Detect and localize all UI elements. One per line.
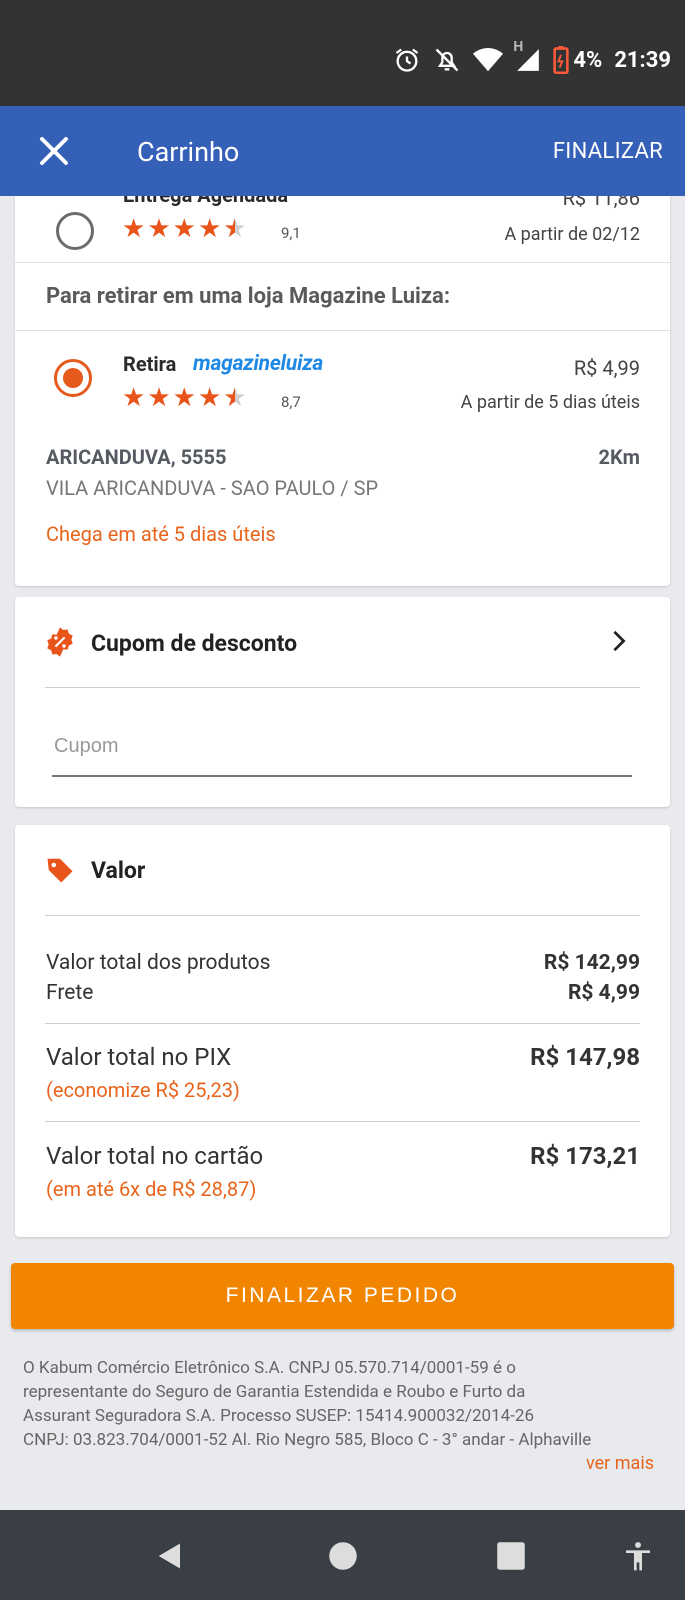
- store-distance: 2Km: [598, 445, 640, 469]
- discount-badge-icon: [47, 627, 73, 657]
- system-nav-bar: [0, 1510, 685, 1600]
- star-icon: ★: [172, 214, 196, 244]
- network-type: H: [513, 39, 524, 55]
- ver-mais-link[interactable]: ver mais: [586, 1453, 654, 1474]
- legal-line: representante do Seguro de Garantia Este…: [23, 1382, 526, 1402]
- option-name-retira: Retira: [123, 352, 177, 376]
- radio-entrega-agendada[interactable]: [56, 212, 94, 250]
- store-pickup-heading: Para retirar em uma loja Magazine Luiza:: [46, 284, 451, 309]
- frete-label: Frete: [46, 981, 94, 1005]
- legal-line: CNPJ: 03.823.704/0001-52 Al. Rio Negro 5…: [23, 1430, 592, 1450]
- chevron-right-icon[interactable]: [608, 630, 630, 652]
- store-address: VILA ARICANDUVA - SAO PAULO / SP: [46, 476, 379, 500]
- option-price: R$ 4,99: [573, 356, 640, 380]
- status-bar: H 4% 21:39: [0, 0, 685, 106]
- rating-value: 8,7: [281, 393, 301, 411]
- app-bar: Carrinho FINALIZAR: [0, 106, 685, 196]
- option-date: A partir de 5 dias úteis: [460, 392, 640, 413]
- rating-value: 9,1: [281, 224, 301, 242]
- price-summary-card: Valor Valor total dos produtos R$ 142,99…: [15, 825, 670, 1237]
- coupon-card: Cupom de desconto: [15, 597, 670, 807]
- close-icon[interactable]: [36, 133, 72, 169]
- card-total-value: R$ 173,21: [530, 1142, 640, 1170]
- divider: [45, 687, 640, 688]
- accessibility-icon[interactable]: [622, 1541, 654, 1573]
- store-name: ARICANDUVA, 5555: [46, 445, 227, 469]
- shipping-options-card: Entrega Agendada ★★★★★ 9,1 R$ 11,86 A pa…: [15, 166, 670, 586]
- back-icon[interactable]: [155, 1541, 185, 1571]
- home-icon[interactable]: [328, 1541, 358, 1571]
- frete-value: R$ 4,99: [567, 981, 640, 1005]
- coupon-title: Cupom de desconto: [91, 630, 298, 657]
- star-icon: ★: [147, 214, 171, 244]
- coupon-input[interactable]: [52, 717, 632, 777]
- star-icon: ★: [147, 383, 171, 413]
- finalizar-action[interactable]: FINALIZAR: [553, 139, 663, 164]
- pix-total-value: R$ 147,98: [530, 1043, 640, 1071]
- valor-title: Valor: [91, 857, 146, 884]
- rating-stars: ★ ★ ★ ★ ★: [122, 385, 247, 411]
- radio-retira-loja[interactable]: [54, 359, 92, 397]
- star-icon: ★: [122, 214, 146, 244]
- notifications-off-icon: [436, 48, 459, 72]
- clock: 21:39: [614, 47, 671, 73]
- divider: [45, 1121, 640, 1122]
- star-half-icon: ★: [223, 383, 247, 413]
- wifi-icon: [473, 48, 504, 72]
- battery-icon: [553, 46, 570, 74]
- divider: [45, 915, 640, 916]
- finalizar-pedido-button[interactable]: FINALIZAR PEDIDO: [11, 1263, 674, 1329]
- magazine-luiza-logo: magazineluiza: [193, 352, 324, 376]
- pix-savings: (economize R$ 25,23): [46, 1078, 240, 1102]
- battery-level: 4%: [573, 47, 603, 73]
- page-title: Carrinho: [137, 136, 240, 168]
- rating-stars: ★ ★ ★ ★ ★: [122, 216, 247, 242]
- arrival-estimate: Chega em até 5 dias úteis: [46, 522, 276, 546]
- products-total-value: R$ 142,99: [543, 951, 640, 975]
- divider: [15, 330, 670, 331]
- legal-disclaimer: O Kabum Comércio Eletrônico S.A. CNPJ 05…: [23, 1356, 663, 1452]
- star-icon: ★: [122, 383, 146, 413]
- legal-line: O Kabum Comércio Eletrônico S.A. CNPJ 05…: [23, 1358, 516, 1378]
- star-icon: ★: [172, 383, 196, 413]
- divider: [15, 262, 670, 263]
- star-half-icon: ★: [223, 214, 247, 244]
- price-tag-icon: [47, 858, 73, 883]
- pix-total-label: Valor total no PIX: [46, 1043, 232, 1071]
- option-date: A partir de 02/12: [504, 224, 640, 245]
- star-icon: ★: [197, 383, 222, 413]
- legal-line: Assurant Seguradora S.A. Processo SUSEP:…: [23, 1406, 535, 1426]
- divider: [45, 1023, 640, 1024]
- alarm-icon: [396, 48, 419, 72]
- card-total-label: Valor total no cartão: [46, 1142, 264, 1170]
- recents-icon[interactable]: [496, 1541, 526, 1571]
- star-icon: ★: [197, 214, 222, 244]
- products-total-label: Valor total dos produtos: [46, 951, 271, 975]
- card-installments: (em até 6x de R$ 28,87): [46, 1177, 257, 1201]
